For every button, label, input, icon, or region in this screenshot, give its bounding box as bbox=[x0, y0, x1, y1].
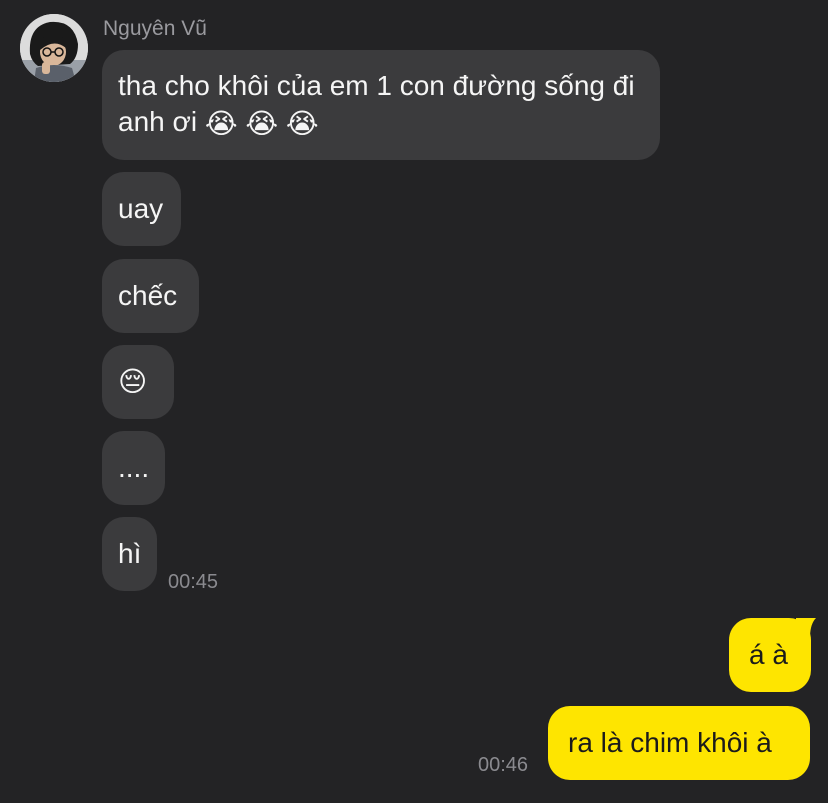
pensive-face-icon: 😔 bbox=[118, 366, 148, 397]
incoming-message[interactable]: uay bbox=[102, 172, 181, 246]
message-text: hì bbox=[118, 538, 142, 569]
incoming-message[interactable]: tha cho khôi của em 1 con đường sống đi … bbox=[102, 50, 660, 160]
incoming-message[interactable]: 😔 bbox=[102, 345, 174, 419]
outgoing-timestamp: 00:46 bbox=[478, 754, 529, 776]
message-text: á à bbox=[749, 639, 788, 670]
message-text: .... bbox=[118, 452, 150, 483]
incoming-message[interactable]: chếc bbox=[102, 259, 199, 333]
crying-face-icon: 😭 bbox=[245, 107, 279, 139]
sender-name: Nguyên Vũ bbox=[103, 17, 207, 40]
message-text: chếc bbox=[118, 280, 178, 311]
message-text: tha cho khôi của em 1 con đường sống đi … bbox=[118, 70, 635, 137]
message-text: uay bbox=[118, 193, 164, 224]
message-text: ra là chim khôi à bbox=[568, 727, 772, 758]
incoming-message[interactable]: hì bbox=[102, 517, 157, 591]
crying-face-icon: 😭 bbox=[204, 107, 238, 139]
crying-face-icon: 😭 bbox=[285, 107, 319, 139]
incoming-message[interactable]: .... bbox=[102, 431, 165, 505]
incoming-timestamp: 00:45 bbox=[168, 571, 219, 593]
avatar-photo-icon bbox=[20, 14, 88, 82]
outgoing-message[interactable]: ra là chim khôi à bbox=[548, 706, 810, 780]
avatar[interactable] bbox=[20, 14, 88, 82]
outgoing-message[interactable]: á à bbox=[729, 618, 811, 692]
